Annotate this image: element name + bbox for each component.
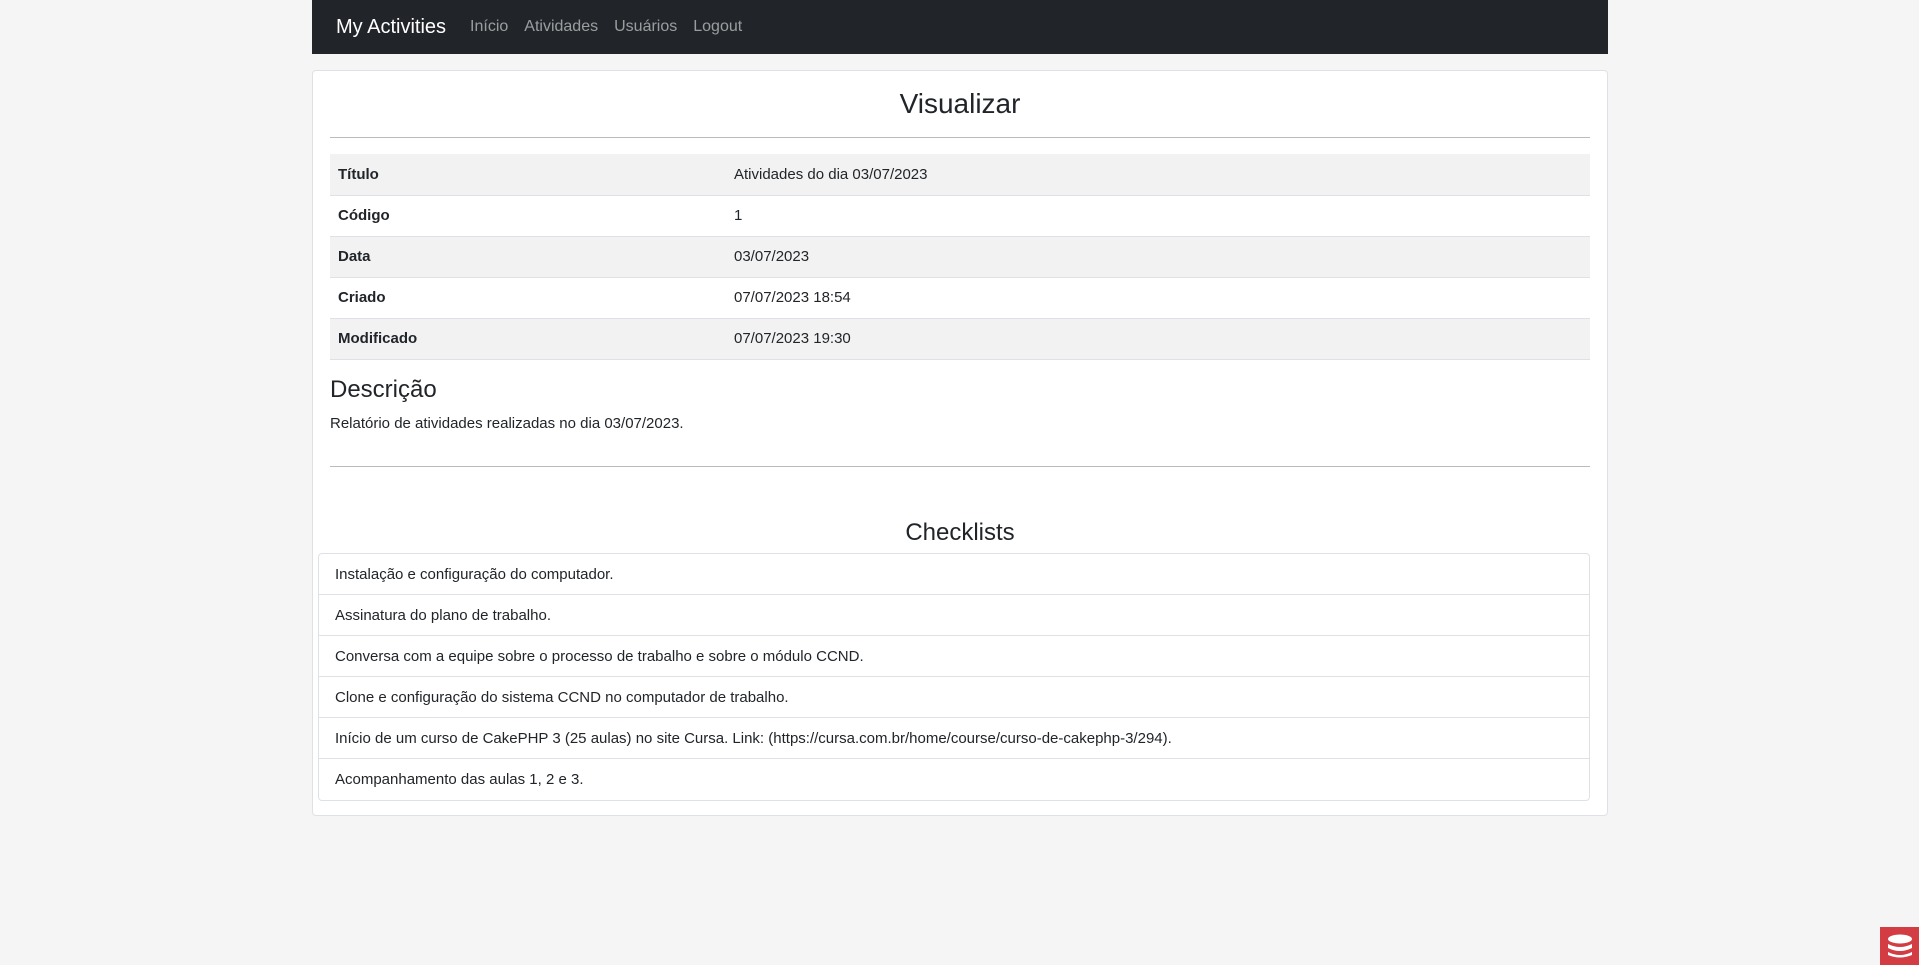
details-table: Título Atividades do dia 03/07/2023 Códi… xyxy=(330,154,1590,360)
content-card: Visualizar Título Atividades do dia 03/0… xyxy=(312,70,1608,816)
detail-value: 07/07/2023 19:30 xyxy=(734,330,851,347)
list-item: Acompanhamento das aulas 1, 2 e 3. xyxy=(335,771,584,788)
table-row: Criado 07/07/2023 18:54 xyxy=(330,277,1590,318)
divider xyxy=(330,137,1590,138)
detail-value: 03/07/2023 xyxy=(734,248,810,265)
top-navbar: My Activities Início Atividades Usuários… xyxy=(312,0,1608,54)
list-item: Conversa com a equipe sobre o processo d… xyxy=(319,636,1589,677)
list-item: Início de um curso de CakePHP 3 (25 aula… xyxy=(319,718,1589,759)
detail-label: Título xyxy=(338,165,379,183)
checklists-heading: Checklists xyxy=(905,519,1015,546)
table-row: Código 1 xyxy=(330,195,1590,236)
nav-link-inicio[interactable]: Início xyxy=(470,18,508,36)
list-item: Instalação e configuração do computador. xyxy=(319,554,1589,595)
table-row: Título Atividades do dia 03/07/2023 xyxy=(330,154,1590,195)
nav-link-logout[interactable]: Logout xyxy=(693,18,742,36)
list-item: Assinatura do plano de trabalho. xyxy=(319,595,1589,636)
detail-label: Modificado xyxy=(338,330,418,347)
description-heading: Descrição xyxy=(330,376,437,403)
nav-link-atividades[interactable]: Atividades xyxy=(524,18,598,36)
list-item: Clone e configuração do sistema CCND no … xyxy=(319,677,1589,718)
divider xyxy=(330,466,1590,467)
detail-value: Atividades do dia 03/07/2023 xyxy=(734,165,928,183)
nav-link-usuarios[interactable]: Usuários xyxy=(614,18,677,36)
table-row: Modificado 07/07/2023 19:30 xyxy=(330,318,1590,359)
detail-label: Código xyxy=(338,207,390,224)
page-title: Visualizar xyxy=(899,88,1021,119)
checklist: Instalação e configuração do computador.… xyxy=(318,553,1590,801)
table-row: Data 03/07/2023 xyxy=(330,236,1590,277)
brand-link[interactable]: My Activities xyxy=(336,16,446,39)
detail-label: Criado xyxy=(338,289,386,306)
detail-value: 1 xyxy=(734,207,743,224)
cakephp-icon[interactable] xyxy=(1880,927,1919,965)
detail-label: Data xyxy=(338,248,371,265)
description-text: Relatório de atividades realizadas no di… xyxy=(330,415,684,432)
detail-value: 07/07/2023 18:54 xyxy=(734,289,851,306)
